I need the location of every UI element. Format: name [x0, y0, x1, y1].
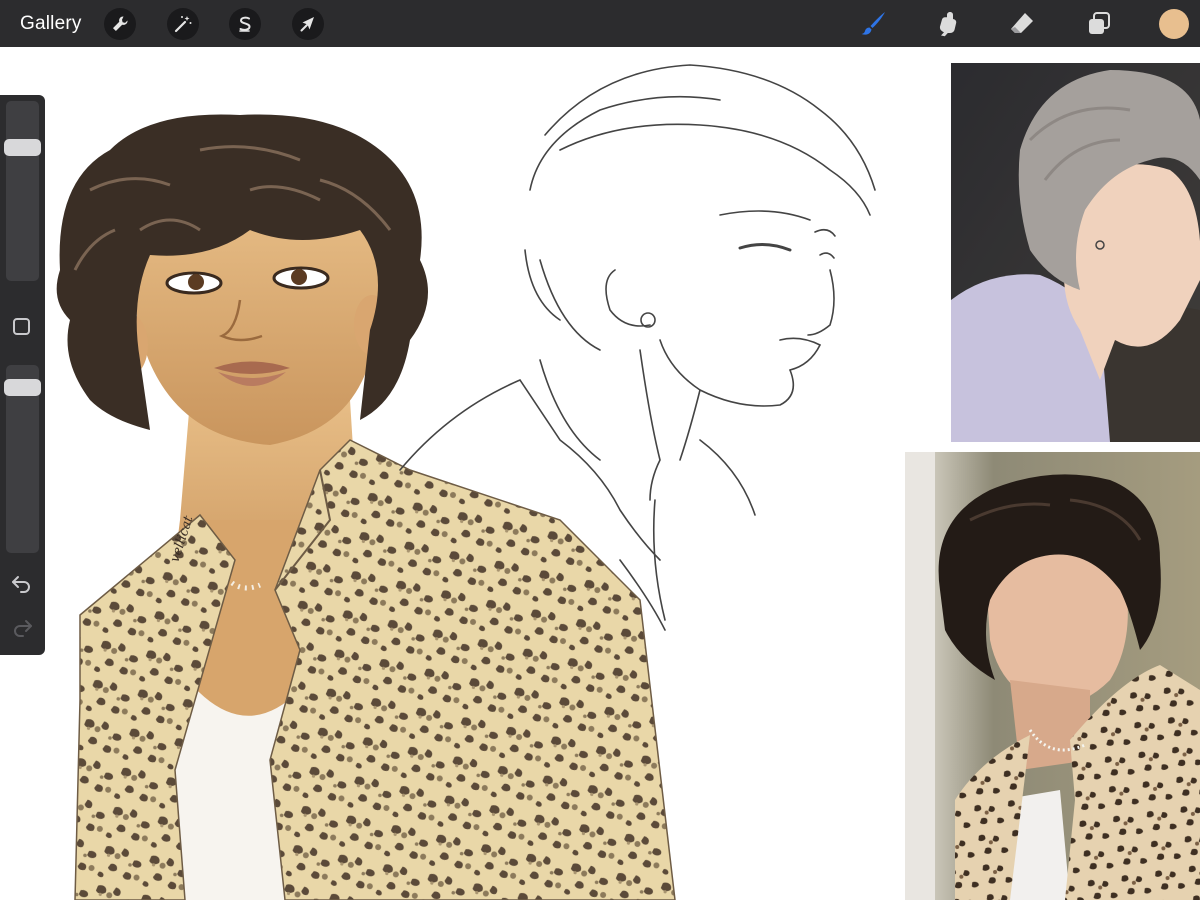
magic-wand-icon	[174, 16, 192, 33]
drawing-canvas[interactable]: vellicat	[0, 47, 1200, 901]
brush-tool[interactable]	[855, 6, 891, 42]
layers-icon	[1089, 12, 1110, 34]
canvas-artwork: vellicat	[56, 63, 1200, 901]
eraser-icon	[1011, 13, 1033, 33]
selection-icon	[239, 16, 251, 32]
eraser-tool[interactable]	[1004, 6, 1040, 42]
color-picker-swatch[interactable]	[1159, 9, 1189, 39]
selection-button[interactable]	[229, 8, 261, 40]
top-toolbar: Gallery	[0, 0, 1200, 47]
gallery-button[interactable]: Gallery	[20, 13, 82, 35]
reference-photo-top	[951, 63, 1200, 442]
opacity-slider[interactable]	[4, 365, 41, 553]
brush-size-slider-knob[interactable]	[4, 139, 41, 156]
layers-tool[interactable]	[1081, 6, 1117, 42]
reference-photo-bottom	[905, 452, 1200, 900]
redo-icon[interactable]	[10, 617, 34, 637]
wrench-icon	[113, 16, 128, 31]
painted-portrait: vellicat	[56, 114, 676, 901]
transform-button[interactable]	[292, 8, 324, 40]
brush-icon	[861, 12, 885, 35]
transform-arrow-icon	[300, 17, 314, 32]
modify-button-icon[interactable]	[13, 318, 30, 335]
brush-size-slider[interactable]	[4, 101, 41, 281]
actions-button[interactable]	[104, 8, 136, 40]
left-sidebar	[0, 95, 45, 655]
smudge-icon	[939, 12, 957, 37]
smudge-tool[interactable]	[929, 6, 965, 42]
opacity-slider-knob[interactable]	[4, 379, 41, 396]
adjustments-button[interactable]	[167, 8, 199, 40]
undo-icon[interactable]	[10, 573, 34, 593]
